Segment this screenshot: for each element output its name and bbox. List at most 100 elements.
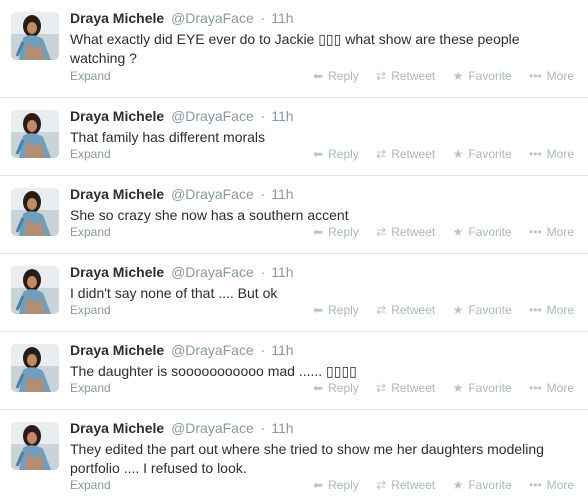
reply-arrow-icon: ⬅ [313,225,324,239]
more-button[interactable]: ••• More [529,69,574,83]
favorite-label: Favorite [468,303,512,317]
fullname[interactable]: Draya Michele [70,264,164,280]
favorite-button[interactable]: ★ Favorite [453,225,512,239]
retweet-button[interactable]: ⇄ Retweet [376,225,435,239]
username[interactable]: @DrayaFace [171,108,254,124]
tweet-feed: Draya Michele @DrayaFace · 11h What exac… [0,0,588,501]
ellipsis-icon: ••• [529,225,542,239]
avatar[interactable] [11,344,59,392]
ellipsis-icon: ••• [529,303,542,317]
favorite-button[interactable]: ★ Favorite [453,147,512,161]
more-label: More [546,478,574,492]
expand-link[interactable]: Expand [70,69,111,83]
tweet-text: The daughter is sooooooooooo mad ...... … [70,363,357,379]
reply-button[interactable]: ⬅ Reply [313,303,359,317]
reply-label: Reply [328,69,359,83]
retweet-icon: ⇄ [376,478,387,492]
separator-dot: · [260,264,266,280]
more-button[interactable]: ••• More [529,381,574,395]
retweet-button[interactable]: ⇄ Retweet [376,147,435,161]
reply-button[interactable]: ⬅ Reply [313,147,359,161]
more-button[interactable]: ••• More [529,303,574,317]
reply-arrow-icon: ⬅ [313,303,324,317]
separator-dot: · [260,342,266,358]
retweet-icon: ⇄ [376,225,387,239]
reply-label: Reply [328,147,359,161]
expand-link[interactable]: Expand [70,225,111,239]
tweet[interactable]: Draya Michele @DrayaFace · 11h I didn't … [0,254,588,332]
username[interactable]: @DrayaFace [171,420,254,436]
timestamp[interactable]: 11h [271,10,293,26]
reply-label: Reply [328,303,359,317]
favorite-label: Favorite [468,69,512,83]
reply-label: Reply [328,478,359,492]
retweet-icon: ⇄ [376,69,387,83]
timestamp[interactable]: 11h [271,264,293,280]
expand-link[interactable]: Expand [70,303,111,317]
star-icon: ★ [452,225,464,239]
favorite-button[interactable]: ★ Favorite [453,381,512,395]
retweet-label: Retweet [391,303,436,317]
reply-label: Reply [328,381,359,395]
retweet-label: Retweet [391,147,436,161]
separator-dot: · [260,420,266,436]
retweet-icon: ⇄ [376,303,387,317]
expand-link[interactable]: Expand [70,147,111,161]
retweet-label: Retweet [391,478,436,492]
timestamp[interactable]: 11h [271,108,293,124]
tweet-text: They edited the part out where she tried… [70,441,544,476]
reply-button[interactable]: ⬅ Reply [313,381,359,395]
reply-button[interactable]: ⬅ Reply [313,478,359,492]
fullname[interactable]: Draya Michele [70,420,164,436]
more-button[interactable]: ••• More [529,225,574,239]
timestamp[interactable]: 11h [271,420,293,436]
separator-dot: · [260,108,266,124]
retweet-button[interactable]: ⇄ Retweet [376,69,435,83]
timestamp[interactable]: 11h [271,186,293,202]
favorite-button[interactable]: ★ Favorite [453,478,512,492]
favorite-label: Favorite [468,478,512,492]
retweet-button[interactable]: ⇄ Retweet [376,303,435,317]
reply-button[interactable]: ⬅ Reply [313,225,359,239]
avatar[interactable] [11,422,59,470]
favorite-button[interactable]: ★ Favorite [453,303,512,317]
avatar[interactable] [11,188,59,236]
username[interactable]: @DrayaFace [171,342,254,358]
more-label: More [546,381,574,395]
username[interactable]: @DrayaFace [171,264,254,280]
separator-dot: · [260,186,266,202]
ellipsis-icon: ••• [529,381,542,395]
tweet[interactable]: Draya Michele @DrayaFace · 11h She so cr… [0,176,588,254]
favorite-button[interactable]: ★ Favorite [453,69,512,83]
favorite-label: Favorite [468,147,512,161]
username[interactable]: @DrayaFace [171,186,254,202]
reply-arrow-icon: ⬅ [313,478,324,492]
more-button[interactable]: ••• More [529,478,574,492]
fullname[interactable]: Draya Michele [70,10,164,26]
more-button[interactable]: ••• More [529,147,574,161]
retweet-button[interactable]: ⇄ Retweet [376,381,435,395]
fullname[interactable]: Draya Michele [70,108,164,124]
tweet[interactable]: Draya Michele @DrayaFace · 11h That fami… [0,98,588,176]
tweet-text: That family has different morals [70,129,266,145]
tweet-actions: ⬅ Reply ⇄ Retweet ★ Favorite ••• More [299,478,574,492]
more-label: More [546,225,574,239]
reply-label: Reply [328,225,359,239]
expand-link[interactable]: Expand [70,478,111,492]
fullname[interactable]: Draya Michele [70,342,164,358]
username[interactable]: @DrayaFace [171,10,254,26]
retweet-button[interactable]: ⇄ Retweet [376,478,435,492]
tweet[interactable]: Draya Michele @DrayaFace · 11h They edit… [0,410,588,501]
fullname[interactable]: Draya Michele [70,186,164,202]
retweet-icon: ⇄ [376,147,387,161]
avatar[interactable] [11,266,59,314]
star-icon: ★ [452,478,464,492]
expand-link[interactable]: Expand [70,381,111,395]
reply-button[interactable]: ⬅ Reply [313,69,359,83]
retweet-label: Retweet [391,69,436,83]
tweet[interactable]: Draya Michele @DrayaFace · 11h The daugh… [0,332,588,410]
avatar[interactable] [11,110,59,158]
timestamp[interactable]: 11h [271,342,293,358]
tweet[interactable]: Draya Michele @DrayaFace · 11h What exac… [0,0,588,98]
avatar[interactable] [11,12,59,60]
